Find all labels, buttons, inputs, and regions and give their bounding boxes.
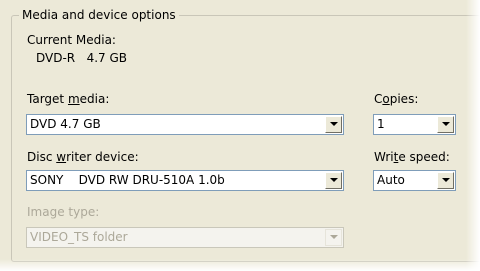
disc-writer-select[interactable]: SONY DVD RW DRU-510A 1.0b [26,170,344,191]
groupbox-title: Media and device options [19,7,179,23]
chevron-down-icon [329,122,338,126]
edge-fade-right [466,0,480,271]
current-media-value: DVD-R 4.7 GB [36,51,128,65]
disc-writer-value: SONY DVD RW DRU-510A 1.0b [30,173,225,187]
image-type-value: VIDEO_TS folder [30,230,128,244]
copies-select[interactable]: 1 [373,114,456,135]
disc-writer-dropdown-button[interactable] [325,172,342,189]
target-media-value: DVD 4.7 GB [30,117,101,131]
copies-dropdown-button[interactable] [437,116,454,133]
target-media-label: Target media: [27,92,110,106]
target-media-select[interactable]: DVD 4.7 GB [26,114,344,135]
copies-label: Copies: [374,92,419,106]
write-speed-select[interactable]: Auto [373,170,456,191]
image-type-select: VIDEO_TS folder [26,227,344,248]
write-speed-dropdown-button[interactable] [437,172,454,189]
target-media-dropdown-button[interactable] [325,116,342,133]
chevron-down-icon [441,122,450,126]
write-speed-value: Auto [377,173,405,187]
chevron-down-icon [329,235,338,239]
write-speed-label: Write speed: [374,150,450,164]
image-type-label: Image type: [27,205,100,219]
current-media-label: Current Media: [27,33,116,47]
edge-fade-bottom [0,259,480,271]
image-type-dropdown-button [325,229,342,246]
chevron-down-icon [441,178,450,182]
chevron-down-icon [329,178,338,182]
disc-writer-label: Disc writer device: [27,150,139,164]
copies-value: 1 [377,117,385,131]
